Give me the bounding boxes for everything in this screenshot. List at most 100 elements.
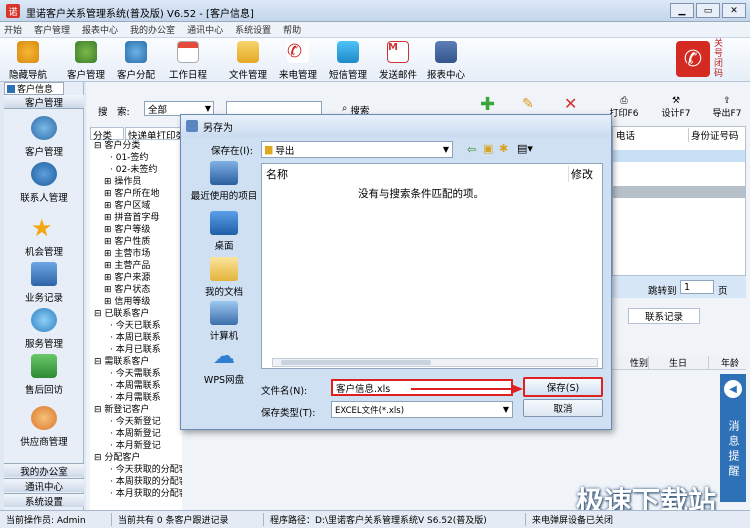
up-folder-icon[interactable]: ▣ [483, 142, 493, 155]
sidebar-item-opportunity[interactable]: ★ 机会管理 [4, 216, 84, 258]
column-header-birthday[interactable]: 生日 [648, 356, 708, 369]
tab-quick-print[interactable]: 快递单打印类 [125, 127, 183, 140]
horizontal-scrollbar[interactable] [272, 358, 598, 367]
report-center-button[interactable]: 报表中心 [420, 38, 472, 82]
column-header-idcard[interactable]: 身份证号码 [688, 128, 739, 142]
menu-customer[interactable]: 客户管理 [34, 23, 70, 36]
tree-node[interactable]: ⊞ 信用等级 [94, 296, 182, 308]
tree-node[interactable]: ⊟ 客户分类 [94, 140, 182, 152]
design-button[interactable]: ⚒ 设计F7 [656, 96, 696, 119]
sidebar-bottom-office[interactable]: 我的办公室 [4, 463, 84, 478]
add-icon[interactable]: ✚ [480, 94, 495, 115]
tab-category[interactable]: 分类 [90, 127, 124, 142]
menu-comm[interactable]: 通讯中心 [187, 23, 223, 36]
place-recent[interactable]: 最近使用的项目 [189, 161, 259, 202]
back-icon[interactable]: ⇦ [467, 143, 476, 156]
menu-help[interactable]: 帮助 [283, 23, 301, 36]
tree-node[interactable]: ⊞ 客户状态 [94, 284, 182, 296]
menu-reports[interactable]: 报表中心 [82, 23, 118, 36]
tree-node[interactable]: ⊞ 操作员 [94, 176, 182, 188]
column-header-age[interactable]: 年龄 [708, 356, 739, 369]
save-in-select[interactable]: ▆ 导出 ▼ [261, 141, 453, 158]
menu-settings[interactable]: 系统设置 [235, 23, 271, 36]
close-number-label[interactable]: 关 号 闭 码 [714, 39, 738, 79]
tree-node[interactable]: ⊟ 分配客户 [94, 452, 182, 464]
call-mgmt-button[interactable]: ✆ 来电管理 [272, 38, 324, 82]
tree-node[interactable]: ⊞ 主营产品 [94, 260, 182, 272]
sidebar-item-customer[interactable]: 客户管理 [4, 116, 84, 158]
tree-node[interactable]: ⊟ 已联系客户 [94, 308, 182, 320]
file-list[interactable]: 名称 修改 没有与搜索条件匹配的项。 [261, 163, 603, 369]
status-records: 当前共有 0 条客户跟进记录 [112, 513, 264, 526]
phone-icon[interactable]: ✆ [676, 41, 710, 77]
tree-node[interactable]: · 本月获取的分配客户 [94, 488, 182, 500]
tree-node[interactable]: ⊞ 客户所在地 [94, 188, 182, 200]
tree-node[interactable]: ⊞ 拼音首字母 [94, 212, 182, 224]
table-row[interactable] [613, 150, 745, 162]
customer-mgmt-button[interactable]: 客户管理 [60, 38, 112, 82]
tree-node[interactable]: · 本周需联系 [94, 380, 182, 392]
column-header-modified[interactable]: 修改 [568, 166, 593, 182]
table-row[interactable] [613, 186, 745, 198]
save-button[interactable]: 保存(S) [523, 377, 603, 397]
tree-node[interactable]: · 今天需联系 [94, 368, 182, 380]
file-mgmt-button[interactable]: 文件管理 [222, 38, 274, 82]
minimize-button[interactable]: ▁ [670, 3, 694, 18]
tree-node[interactable]: ⊞ 客户性质 [94, 236, 182, 248]
tree-node[interactable]: · 02-未签约 [94, 164, 182, 176]
close-button[interactable]: ✕ [722, 3, 746, 18]
tree-node[interactable]: · 今天新登记 [94, 416, 182, 428]
sidebar-bottom-comm[interactable]: 通讯中心 [4, 478, 84, 493]
tree-node[interactable]: · 01-签约 [94, 152, 182, 164]
page-input[interactable]: 1 [680, 280, 714, 294]
place-wps-cloud[interactable]: ☁ WPS网盘 [189, 345, 259, 387]
sidebar-item-service[interactable]: 服务管理 [4, 308, 84, 350]
tab-customer-info[interactable]: 客户信息 [4, 82, 64, 95]
scrollbar-thumb[interactable] [281, 360, 431, 365]
column-header-phone[interactable]: 电话 [616, 128, 635, 142]
tree-node[interactable]: · 本周新登记 [94, 428, 182, 440]
schedule-button[interactable]: 工作日程 [162, 38, 214, 82]
sidebar: 客户信息 客户管理 客户管理 联系人管理 ★ 机会管理 业务记录 服务管理 售后回… [4, 82, 84, 510]
sidebar-item-revisit[interactable]: 售后回访 [4, 354, 84, 396]
sidebar-item-supplier[interactable]: 供应商管理 [4, 406, 84, 448]
place-documents[interactable]: 我的文档 [189, 257, 259, 298]
filetype-select[interactable]: EXCEL文件(*.xls) ▼ [331, 401, 513, 418]
tree-node[interactable]: · 本月新登记 [94, 440, 182, 452]
maximize-button[interactable]: ▭ [696, 3, 720, 18]
tab-contact-record[interactable]: 联系记录 [628, 308, 700, 324]
tree-node[interactable]: ⊟ 新登记客户 [94, 404, 182, 416]
tree-node[interactable]: · 今天已联系 [94, 320, 182, 332]
tree-node[interactable]: ⊞ 主营市场 [94, 248, 182, 260]
tree-node[interactable]: · 今天获取的分配客户 [94, 464, 182, 476]
tree-node[interactable]: ⊞ 客户等级 [94, 224, 182, 236]
tree-node[interactable]: ⊞ 客户区域 [94, 200, 182, 212]
menu-start[interactable]: 开始 [4, 23, 22, 36]
tree-node[interactable]: · 本周获取的分配客户 [94, 476, 182, 488]
sidebar-item-business[interactable]: 业务记录 [4, 262, 84, 304]
message-panel[interactable]: ◀ 消息提醒 [720, 374, 746, 502]
chevron-left-icon[interactable]: ◀ [724, 380, 742, 398]
delete-icon[interactable]: ✕ [564, 94, 577, 113]
hide-nav-button[interactable]: 隐藏导航 [2, 38, 54, 82]
column-header-gender[interactable]: 性别 [612, 356, 648, 369]
export-button[interactable]: ⇪ 导出F7 [706, 96, 748, 119]
new-folder-icon[interactable]: ✱ [499, 142, 508, 155]
send-mail-button[interactable]: M 发送邮件 [372, 38, 424, 82]
customer-assign-button[interactable]: 客户分配 [110, 38, 162, 82]
tree-node[interactable]: · 本月已联系 [94, 344, 182, 356]
tree-node[interactable]: ⊞ 客户来源 [94, 272, 182, 284]
tree-node[interactable]: · 本周已联系 [94, 332, 182, 344]
place-computer[interactable]: 计算机 [189, 301, 259, 342]
sms-mgmt-button[interactable]: 短信管理 [322, 38, 374, 82]
menu-office[interactable]: 我的办公室 [130, 23, 175, 36]
view-menu-icon[interactable]: ▤▾ [517, 142, 533, 155]
column-header-name[interactable]: 名称 [266, 166, 288, 182]
edit-icon[interactable]: ✎ [522, 96, 534, 112]
sidebar-bottom-settings[interactable]: 系统设置 [4, 493, 84, 508]
cancel-button[interactable]: 取消 [523, 399, 603, 417]
place-desktop[interactable]: 桌面 [189, 211, 259, 252]
tree-node[interactable]: · 本月需联系 [94, 392, 182, 404]
sidebar-item-contacts[interactable]: 联系人管理 [4, 162, 84, 204]
tree-node[interactable]: ⊟ 需联系客户 [94, 356, 182, 368]
